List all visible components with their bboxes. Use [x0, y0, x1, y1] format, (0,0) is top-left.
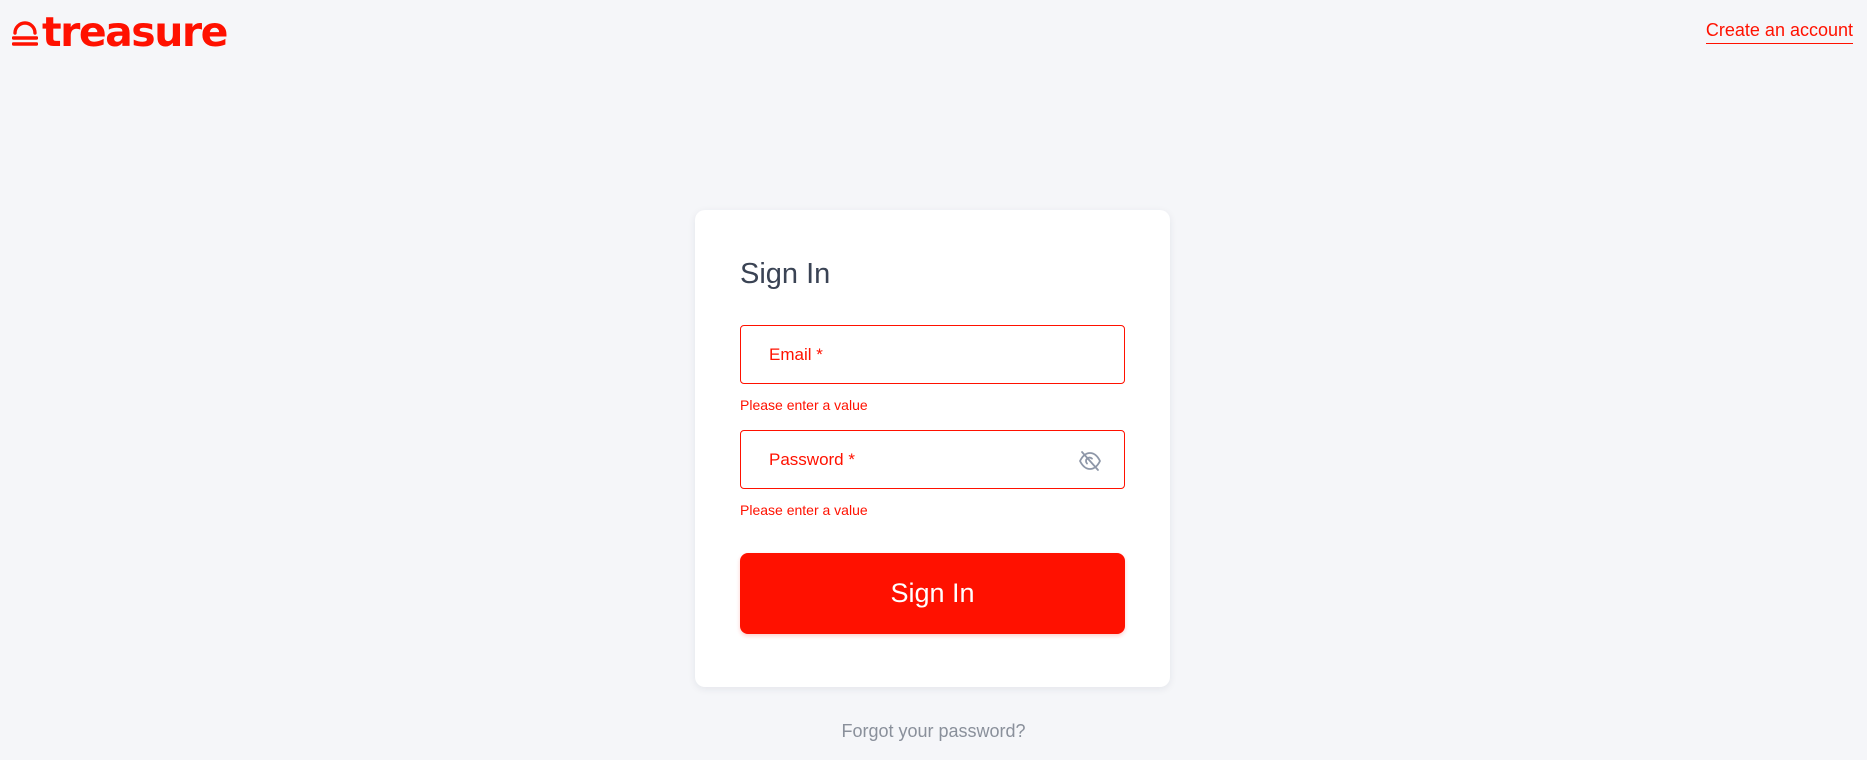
email-error-message: Please enter a value: [740, 397, 868, 413]
treasure-logo[interactable]: treasure: [12, 8, 228, 56]
forgot-password-container: Forgot your password?: [0, 720, 1867, 742]
top-bar: treasure Create an account: [0, 0, 1867, 64]
email-input[interactable]: [741, 326, 1124, 383]
email-field[interactable]: Email *: [740, 325, 1125, 384]
logo-mark-icon: [12, 21, 38, 46]
logo-wordmark: treasure: [42, 8, 228, 56]
sign-in-card: Sign In Email * Please enter a value Pas…: [695, 210, 1170, 687]
sign-in-title: Sign In: [740, 258, 831, 290]
forgot-password-link[interactable]: Forgot your password?: [841, 721, 1025, 741]
create-account-link[interactable]: Create an account: [1705, 19, 1853, 44]
eye-off-icon[interactable]: [1078, 450, 1102, 472]
password-input[interactable]: [741, 431, 1124, 488]
password-error-message: Please enter a value: [740, 502, 868, 518]
password-field[interactable]: Password *: [740, 430, 1125, 489]
sign-in-button[interactable]: Sign In: [740, 553, 1125, 634]
